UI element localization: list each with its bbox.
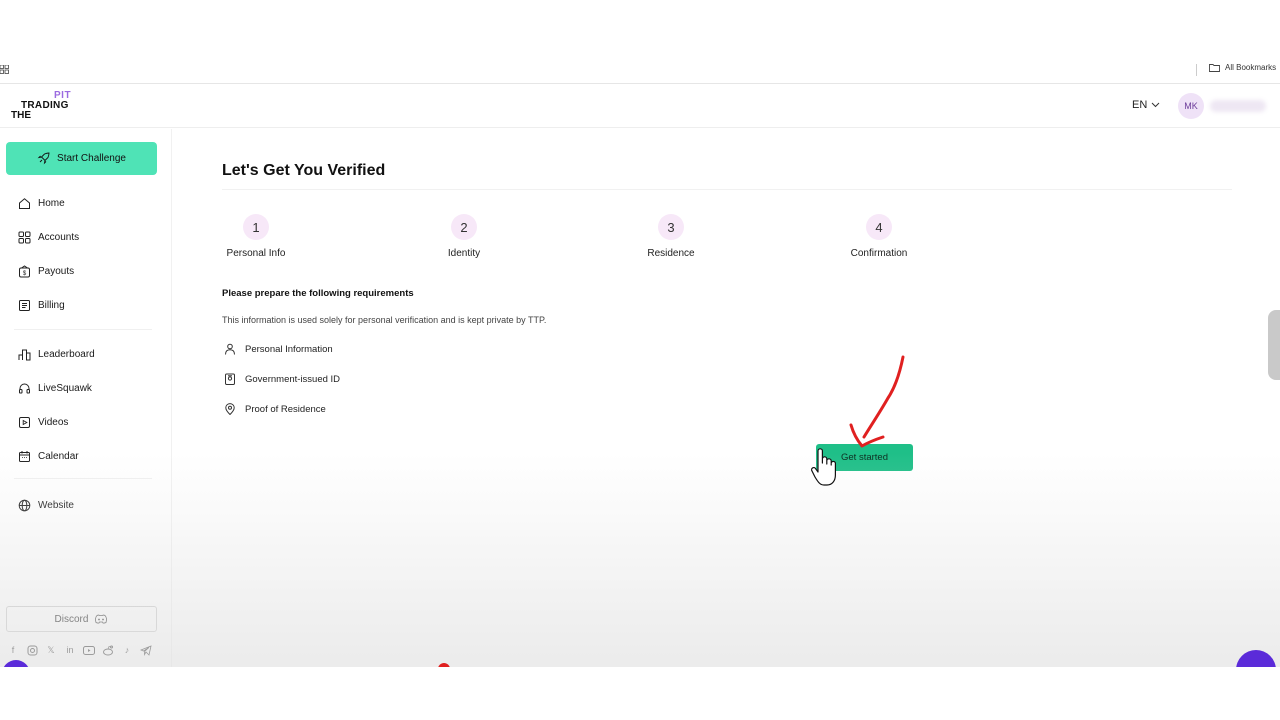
step-number: 3 (658, 214, 684, 240)
step-confirmation: 4 Confirmation (829, 214, 929, 259)
bookmarks-separator (1196, 64, 1197, 76)
avatar-initials: MK (1184, 101, 1198, 111)
sidebar-item-livesquawk[interactable]: LiveSquawk (18, 382, 92, 395)
sidebar-item-label: Accounts (38, 232, 80, 243)
main-content: Let's Get You Verified 1 Personal Info 2… (173, 129, 1280, 667)
requirement-government-id: Government-issued ID (224, 373, 340, 385)
sidebar-item-payouts[interactable]: $ Payouts (18, 265, 74, 278)
avatar[interactable]: MK (1178, 93, 1204, 119)
document-icon (19, 300, 30, 311)
location-pin-icon (225, 403, 235, 415)
linkedin-icon[interactable]: in (64, 644, 76, 656)
calendar-icon (19, 451, 30, 462)
sidebar-item-label: Leaderboard (38, 349, 95, 360)
step-identity: 2 Identity (414, 214, 514, 259)
sidebar-item-label: Videos (38, 417, 69, 428)
sidebar-item-label: Home (38, 198, 65, 209)
sidebar-item-billing[interactable]: Billing (18, 299, 65, 312)
svg-text:$: $ (23, 271, 27, 277)
telegram-icon[interactable] (140, 644, 152, 656)
hand-pointer-cursor-icon (811, 448, 836, 486)
podium-icon (18, 349, 31, 361)
x-icon[interactable]: 𝕏 (45, 644, 57, 656)
discord-icon (95, 614, 108, 624)
start-challenge-label: Start Challenge (57, 153, 126, 164)
discord-label: Discord (54, 613, 89, 625)
app-header: PIT TRADING THE EN MK (0, 85, 1280, 128)
language-label: EN (1132, 99, 1148, 111)
bookmarks-bar: All Bookmarks (0, 55, 1280, 84)
video-icon (19, 417, 30, 428)
social-links: f 𝕏 in ♪ (7, 644, 152, 656)
sidebar-item-home[interactable]: Home (18, 197, 65, 210)
sidebar-item-accounts[interactable]: Accounts (18, 231, 79, 244)
step-label: Confirmation (850, 248, 908, 259)
side-panel-handle[interactable] (1268, 310, 1280, 380)
step-label: Personal Info (226, 248, 286, 259)
id-card-icon (225, 373, 235, 385)
grid-icon (18, 231, 31, 244)
get-started-label: Get started (841, 452, 888, 463)
requirements-heading: Please prepare the following requirement… (222, 288, 414, 299)
sidebar-item-website[interactable]: Website (18, 499, 74, 512)
home-icon (19, 198, 30, 209)
rocket-icon (37, 152, 50, 165)
step-label: Identity (447, 248, 481, 259)
all-bookmarks-label: All Bookmarks (1225, 63, 1277, 72)
start-challenge-button[interactable]: Start Challenge (6, 142, 157, 175)
facebook-icon[interactable]: f (7, 644, 19, 656)
sidebar: Start Challenge Home Accounts $ Payouts … (0, 129, 172, 667)
person-icon (225, 343, 235, 355)
sidebar-item-calendar[interactable]: Calendar (18, 450, 79, 463)
step-number: 1 (243, 214, 269, 240)
requirement-label: Personal Information (245, 343, 333, 355)
apps-grid-icon[interactable] (0, 65, 9, 74)
chevron-down-icon (1151, 102, 1160, 108)
logo-the: THE (11, 110, 31, 121)
blurred-user-name (1210, 100, 1266, 112)
youtube-icon[interactable] (83, 644, 95, 656)
step-residence: 3 Residence (621, 214, 721, 259)
sidebar-item-label: LiveSquawk (38, 383, 92, 394)
app-frame: All Bookmarks PIT TRADING THE EN MK Star… (0, 55, 1280, 667)
sidebar-item-label: Billing (38, 300, 65, 311)
sidebar-item-leaderboard[interactable]: Leaderboard (18, 348, 95, 361)
reddit-icon[interactable] (102, 644, 114, 656)
step-number: 2 (451, 214, 477, 240)
all-bookmarks-button[interactable]: All Bookmarks (1209, 63, 1276, 72)
requirement-label: Government-issued ID (245, 373, 341, 385)
logo[interactable]: PIT TRADING THE (11, 90, 81, 122)
step-number: 4 (866, 214, 892, 240)
sidebar-divider (14, 478, 152, 479)
sidebar-item-label: Payouts (38, 266, 75, 277)
language-selector[interactable]: EN (1132, 99, 1160, 111)
requirement-personal-information: Personal Information (224, 343, 333, 355)
title-divider (222, 189, 1232, 190)
sidebar-divider (14, 329, 152, 330)
step-personal-info: 1 Personal Info (206, 214, 306, 259)
wallet-icon: $ (19, 265, 30, 278)
tiktok-icon[interactable]: ♪ (121, 644, 133, 656)
page-title: Let's Get You Verified (222, 162, 386, 179)
globe-icon (18, 499, 31, 512)
headset-icon (19, 383, 30, 394)
sidebar-item-videos[interactable]: Videos (18, 416, 68, 429)
sidebar-item-label: Calendar (38, 451, 79, 462)
folder-icon (1209, 64, 1220, 72)
requirement-label: Proof of Residence (245, 403, 326, 415)
step-label: Residence (647, 248, 695, 259)
instagram-icon[interactable] (26, 644, 38, 656)
requirement-proof-of-residence: Proof of Residence (224, 403, 326, 415)
discord-button[interactable]: Discord (6, 606, 157, 632)
sidebar-item-label: Website (38, 500, 74, 511)
requirements-note: This information is used solely for pers… (222, 315, 547, 325)
